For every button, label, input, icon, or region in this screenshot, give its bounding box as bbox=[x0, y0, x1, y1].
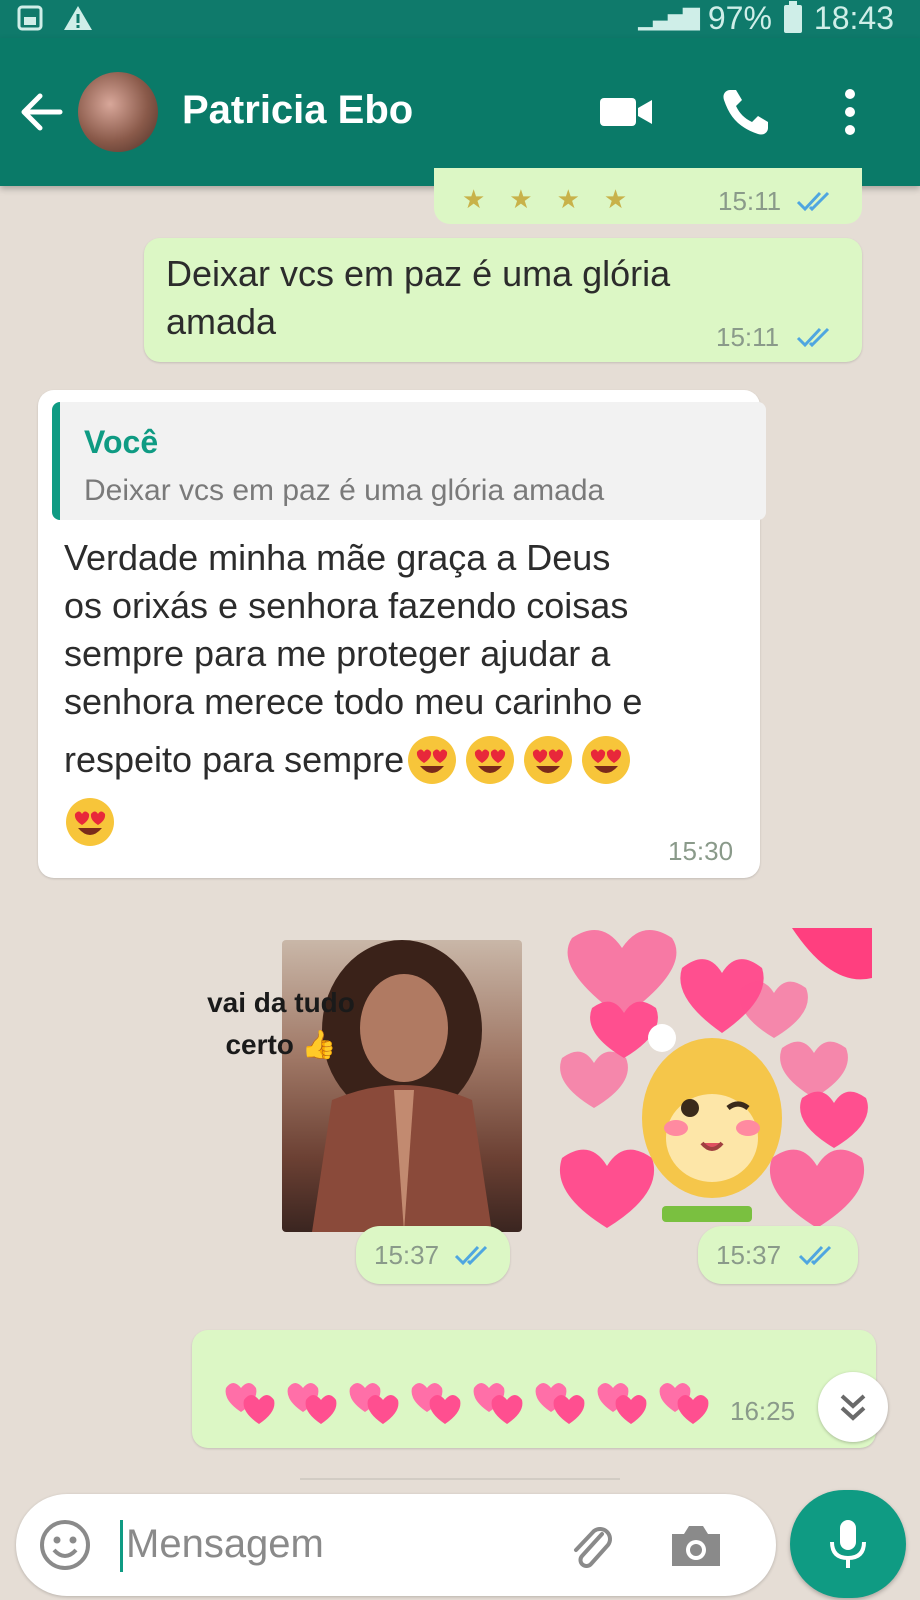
quote-author: Você bbox=[84, 424, 159, 460]
signal-icon: ▁▃▅▇ bbox=[638, 5, 700, 30]
time-chip: 15:37 bbox=[356, 1226, 510, 1284]
paperclip-icon[interactable] bbox=[564, 1520, 618, 1574]
quoted-message[interactable]: Você Deixar vcs em paz é uma glória amad… bbox=[52, 402, 766, 520]
two-hearts-emoji bbox=[597, 1383, 647, 1424]
message-input-bar: Mensagem bbox=[16, 1494, 776, 1596]
heart-eyes-emoji bbox=[466, 736, 515, 784]
thumbs-up-icon: 👍 bbox=[301, 1029, 337, 1060]
heart-eyes-emoji bbox=[66, 798, 114, 846]
scroll-down-button[interactable] bbox=[818, 1372, 888, 1442]
two-hearts-emoji bbox=[349, 1383, 399, 1424]
text-caret bbox=[120, 1520, 123, 1572]
hearts-emoji-row bbox=[222, 1372, 714, 1430]
sticker-stars: ★★★★ bbox=[462, 184, 652, 214]
heart-eyes-emoji bbox=[408, 736, 457, 784]
mic-button[interactable] bbox=[790, 1490, 906, 1598]
battery-icon bbox=[783, 1, 802, 33]
caption-line: vai da tudo bbox=[207, 987, 355, 1018]
caption-line: certo bbox=[225, 1029, 294, 1060]
message-time: 15:11 bbox=[718, 186, 782, 216]
image-notification-icon bbox=[17, 5, 43, 31]
divider bbox=[300, 1478, 620, 1480]
arrow-left-icon[interactable] bbox=[14, 84, 70, 140]
message-time: 15:30 bbox=[668, 836, 734, 866]
clock: 18:43 bbox=[813, 0, 894, 36]
two-hearts-emoji bbox=[659, 1383, 709, 1424]
chevron-double-down-icon bbox=[840, 1394, 866, 1421]
message-time: 16:25 bbox=[730, 1396, 796, 1426]
double-check-icon bbox=[796, 191, 830, 212]
message-text: respeito para sempre bbox=[64, 739, 405, 780]
message-text-last-line: respeito para sempre bbox=[64, 734, 632, 786]
message-text: Verdade minha mãe graça a Deus bbox=[64, 537, 611, 578]
avatar[interactable] bbox=[78, 72, 158, 152]
message-text: senhora merece todo meu carinho e bbox=[64, 681, 643, 722]
two-hearts-emoji bbox=[287, 1383, 337, 1424]
heart-eyes-emoji bbox=[582, 736, 631, 784]
message-time: 15:11 bbox=[716, 322, 780, 352]
more-vert-icon[interactable] bbox=[820, 82, 880, 142]
microphone-icon bbox=[830, 1520, 866, 1568]
chat-header: Patricia Ebo bbox=[0, 38, 920, 186]
hearts-bunny-sticker[interactable] bbox=[552, 928, 872, 1238]
heart-eyes-emoji bbox=[524, 736, 573, 784]
message-bubble-incoming[interactable]: Você Deixar vcs em paz é uma glória amad… bbox=[38, 390, 766, 878]
two-hearts-emoji bbox=[411, 1383, 461, 1424]
contact-name[interactable]: Patricia Ebo bbox=[182, 88, 413, 133]
double-check-icon bbox=[798, 1245, 832, 1266]
message-text: sempre para me proteger ajudar a bbox=[64, 633, 611, 674]
video-camera-icon[interactable] bbox=[596, 82, 656, 142]
sticker-caption: vai da tudo certo 👍 bbox=[206, 982, 356, 1066]
phone-icon[interactable] bbox=[716, 82, 776, 142]
camera-icon[interactable] bbox=[666, 1518, 726, 1574]
message-input[interactable]: Mensagem bbox=[126, 1522, 324, 1567]
smiley-icon[interactable] bbox=[38, 1518, 92, 1572]
message-text: amada bbox=[166, 301, 277, 342]
double-check-icon bbox=[454, 1245, 488, 1266]
warning-icon bbox=[64, 6, 92, 30]
status-bar: ▁▃▅▇ 97% 18:43 bbox=[0, 0, 920, 38]
battery-percent: 97% bbox=[707, 0, 772, 36]
double-check-icon bbox=[796, 327, 830, 348]
two-hearts-emoji bbox=[225, 1383, 275, 1424]
message-text: os orixás e senhora fazendo coisas bbox=[64, 585, 629, 626]
message-time: 15:37 bbox=[716, 1240, 782, 1270]
two-hearts-emoji bbox=[473, 1383, 523, 1424]
message-text: Deixar vcs em paz é uma glória bbox=[166, 253, 671, 294]
quote-text: Deixar vcs em paz é uma glória amada bbox=[84, 474, 605, 507]
two-hearts-emoji bbox=[535, 1383, 585, 1424]
message-bubble-outgoing[interactable]: Deixar vcs em paz é uma glória amada 15:… bbox=[144, 238, 862, 362]
time-chip: 15:37 bbox=[698, 1226, 858, 1284]
message-time: 15:37 bbox=[374, 1240, 440, 1270]
message-bubble-outgoing[interactable]: ★★★★ 15:11 bbox=[434, 168, 862, 224]
